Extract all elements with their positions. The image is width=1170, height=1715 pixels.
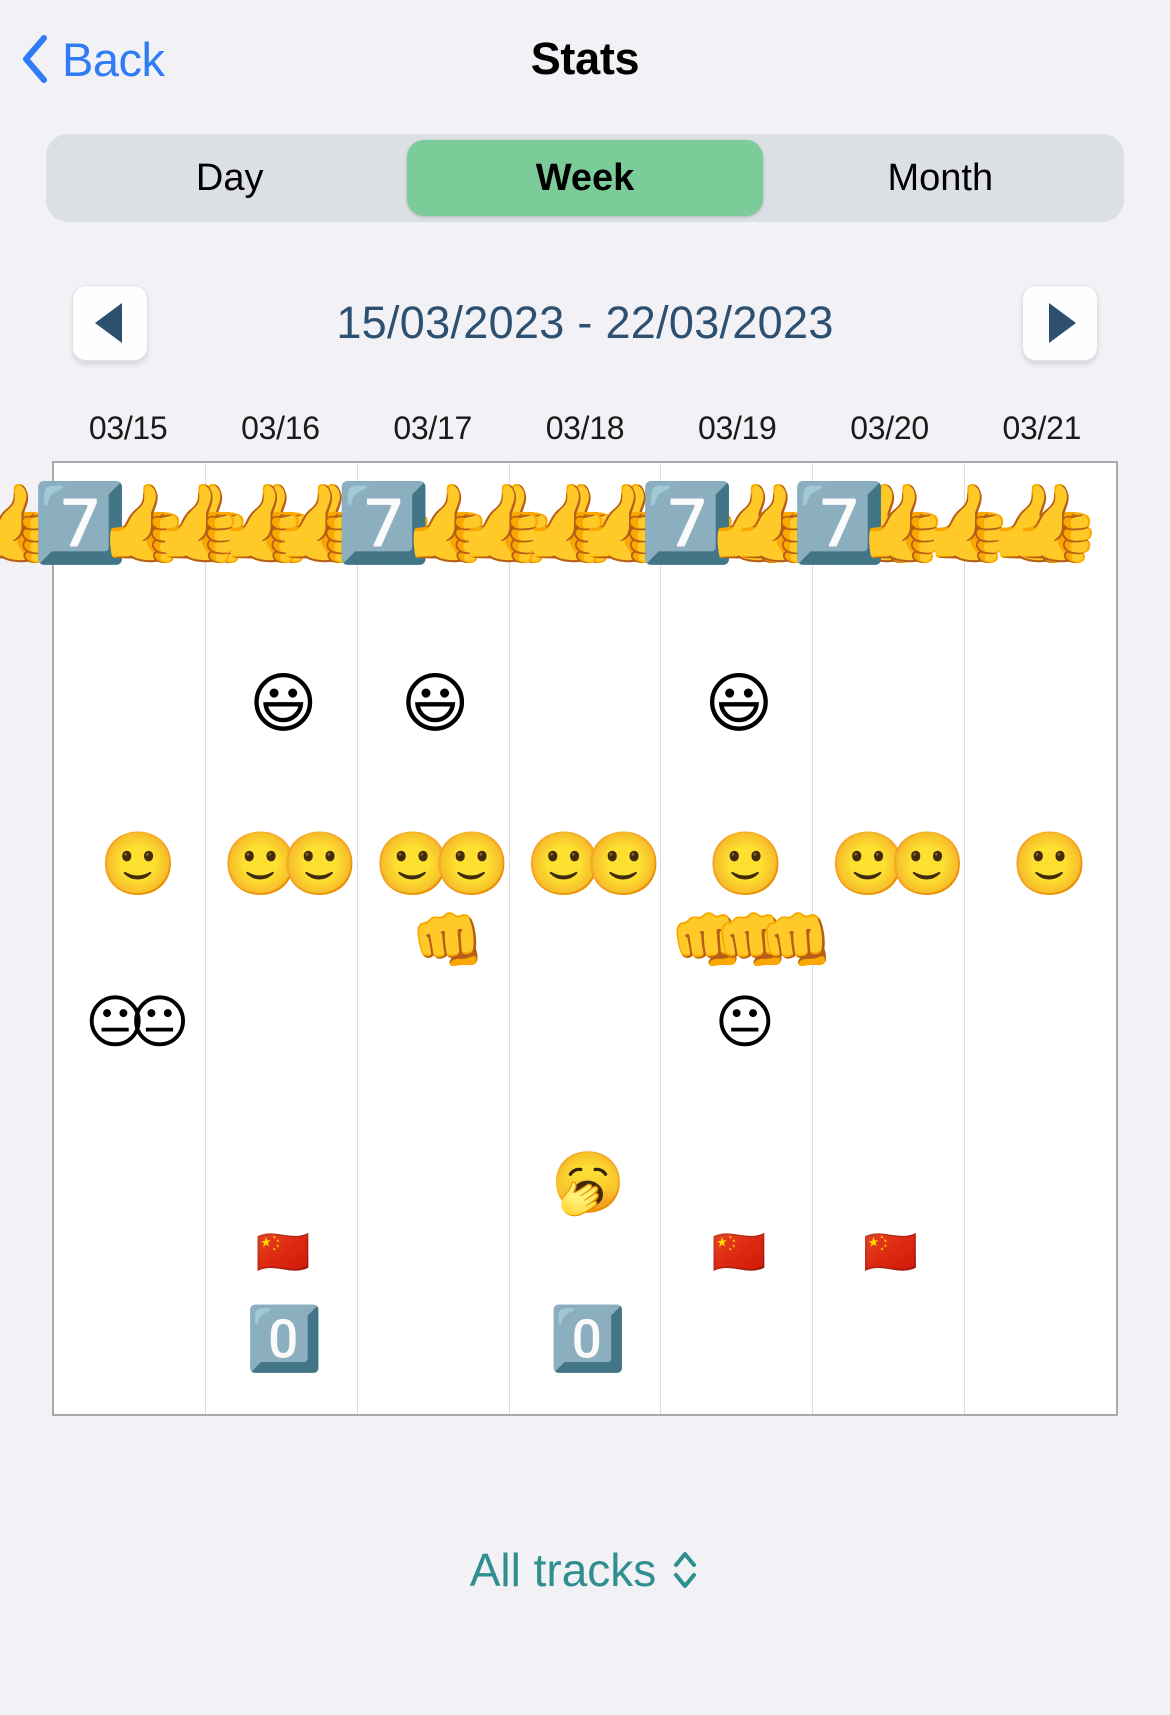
emoji-stack-neutral-face: 😐 😐: [84, 988, 190, 1056]
segment-day[interactable]: Day: [52, 140, 407, 216]
keycap-seven-badge-icon: 7️⃣: [32, 478, 126, 567]
triangle-right-icon: [1048, 303, 1076, 343]
chart-column-03-21[interactable]: 👍 🙂: [965, 463, 1116, 1414]
flag-china-icon: 🇨🇳: [711, 1227, 766, 1278]
emoji-stack-grinning-face: 😃: [400, 665, 470, 742]
slightly-smiling-face-icon: 🙂: [281, 827, 358, 900]
all-tracks-selector[interactable]: All tracks: [0, 1543, 1170, 1597]
emoji-stack-fist-bump: 👊 👊 👊: [669, 906, 834, 976]
keycap-seven-badge-icon: 7️⃣: [639, 478, 734, 567]
thumbs-up-icon: 👍: [575, 478, 669, 567]
segmented-control[interactable]: Day Week Month: [46, 134, 1124, 222]
emoji-stack-slightly-smiling-face: 🙂: [99, 827, 177, 900]
thumbs-up-icon: 👍: [271, 478, 366, 567]
segment-month[interactable]: Month: [763, 140, 1118, 216]
next-period-button[interactable]: [1022, 285, 1098, 361]
period-range-label: 15/03/2023 - 22/03/2023: [336, 297, 834, 348]
segmented-control-wrapper: Day Week Month: [0, 118, 1170, 222]
emoji-stack-slightly-smiling-face: 🙂 🙂: [829, 827, 966, 900]
keycap-zero-icon: 0️⃣: [549, 1302, 626, 1375]
day-axis-labels: 03/15 03/16 03/17 03/18 03/19 03/20 03/21: [0, 410, 1170, 447]
slightly-smiling-face-icon: 🙂: [888, 827, 966, 900]
slightly-smiling-face-icon: 🙂: [433, 827, 510, 900]
fist-bump-icon: 👊: [759, 906, 834, 976]
back-button[interactable]: Back: [22, 35, 165, 83]
navigation-bar: Back Stats: [0, 0, 1170, 118]
fist-bump-icon: 👊: [669, 906, 745, 976]
neutral-face-icon: 😐: [84, 988, 146, 1056]
slightly-smiling-face-icon: 🙂: [585, 827, 662, 900]
back-button-label: Back: [62, 32, 165, 86]
emoji-stack-slightly-smiling-face: 🙂 🙂: [525, 827, 662, 900]
flag-china-icon: 🇨🇳: [255, 1227, 311, 1278]
slightly-smiling-face-icon: 🙂: [707, 827, 784, 900]
chart-column-03-19[interactable]: 👍 7️⃣ 👍 👍 👍 😃 🙂 👊 👊 👊 😐 🇨🇳: [575, 463, 928, 1414]
emoji-stack-fist-bump: 👊: [410, 906, 486, 976]
keycap-zero-icon: 0️⃣: [245, 1302, 323, 1375]
emoji-stack-thumbs-up: 👍: [1008, 478, 1102, 567]
emoji-stack-grinning-face: 😃: [248, 665, 318, 742]
chart-column-03-16[interactable]: 👍 👍 👍 👍 😃 🙂 🙂 🇨🇳 0️⃣: [152, 463, 440, 1414]
stats-chart: 👍7️⃣👍👍👍🙂😐😐👍👍👍👍😃🙂🙂🇨🇳0️⃣👍7️⃣👍👍👍😃🙂🙂👊👍👍👍👍🙂🙂🥱…: [0, 461, 1118, 1416]
emoji-stack-yawning-face: 🥱: [550, 1148, 626, 1218]
slightly-smiling-face-icon: 🙂: [525, 827, 603, 900]
emoji-stack-slightly-smiling-face: 🙂: [707, 827, 784, 900]
period-navigator: 15/03/2023 - 22/03/2023: [0, 280, 1170, 366]
emoji-stack-flag-china: 🇨🇳: [255, 1227, 311, 1278]
chart-column-03-15[interactable]: 👍7️⃣👍👍👍🙂😐😐: [0, 463, 321, 1414]
day-label-03-15: 03/15: [88, 410, 168, 446]
yawning-face-icon: 🥱: [550, 1148, 626, 1218]
grinning-face-icon: 😃: [248, 665, 318, 742]
emoji-stack-flag-china: 🇨🇳: [863, 1227, 918, 1278]
thumbs-up-icon: 👍: [727, 478, 821, 567]
page-title: Stats: [530, 33, 640, 84]
day-label-03-17: 03/17: [393, 410, 472, 446]
chevron-up-down-icon: [674, 1552, 697, 1588]
emoji-stack-keycap-zero: 0️⃣: [549, 1302, 626, 1375]
keycap-seven-badge-icon: 7️⃣: [791, 478, 886, 567]
emoji-stack-slightly-smiling-face: 🙂 🙂: [373, 827, 510, 900]
day-label-03-21: 03/21: [1002, 410, 1082, 446]
thumbs-up-icon: 👍: [455, 478, 550, 567]
slightly-smiling-face-icon: 🙂: [1010, 827, 1088, 900]
grinning-face-icon: 😃: [400, 665, 470, 742]
slightly-smiling-face-icon: 🙂: [829, 827, 907, 900]
previous-period-button[interactable]: [72, 285, 148, 361]
day-label-03-19: 03/19: [697, 410, 777, 446]
chart-column-03-18[interactable]: 👍 👍 👍 👍 🙂 🙂 🥱 0️⃣: [456, 463, 744, 1414]
neutral-face-icon: 😐: [129, 988, 190, 1056]
chart-column-03-20[interactable]: 👍 7️⃣ 👍 👍 👍 🙂 🙂 🇨🇳: [727, 463, 1080, 1414]
thumbs-up-icon: 👍: [1008, 478, 1102, 567]
day-label-03-18: 03/18: [545, 410, 625, 446]
emoji-stack-grinning-face: 😃: [704, 665, 773, 742]
thumbs-up-icon: 👍: [0, 485, 62, 561]
flag-china-icon: 🇨🇳: [863, 1227, 918, 1278]
emoji-stack-flag-china: 🇨🇳: [711, 1227, 766, 1278]
emoji-stack-keycap-zero: 0️⃣: [245, 1302, 323, 1375]
slightly-smiling-face-icon: 🙂: [99, 827, 177, 900]
segment-week[interactable]: Week: [407, 140, 763, 216]
fist-bump-icon: 👊: [410, 906, 486, 976]
triangle-left-icon: [94, 303, 122, 343]
all-tracks-label: All tracks: [469, 1544, 657, 1596]
slightly-smiling-face-icon: 🙂: [222, 827, 299, 900]
emoji-stack-neutral-face: 😐: [714, 988, 776, 1056]
chevron-left-icon: [23, 35, 47, 83]
thumbs-up-icon: 👍: [856, 478, 950, 567]
emoji-stack-slightly-smiling-face: 🙂 🙂: [222, 827, 358, 900]
grinning-face-icon: 😃: [704, 665, 773, 742]
keycap-seven-badge-icon: 7️⃣: [336, 478, 430, 567]
fist-bump-icon: 👊: [714, 906, 790, 976]
thumbs-up-icon: 👍: [152, 478, 246, 567]
slightly-smiling-face-icon: 🙂: [373, 827, 451, 900]
emoji-stack-slightly-smiling-face: 🙂: [1010, 827, 1088, 900]
day-label-03-16: 03/16: [241, 410, 320, 446]
chart-column-03-17[interactable]: 👍 7️⃣ 👍 👍 👍 😃 🙂 🙂 👊: [272, 463, 625, 1414]
day-label-03-20: 03/20: [850, 410, 929, 446]
neutral-face-icon: 😐: [714, 988, 776, 1056]
